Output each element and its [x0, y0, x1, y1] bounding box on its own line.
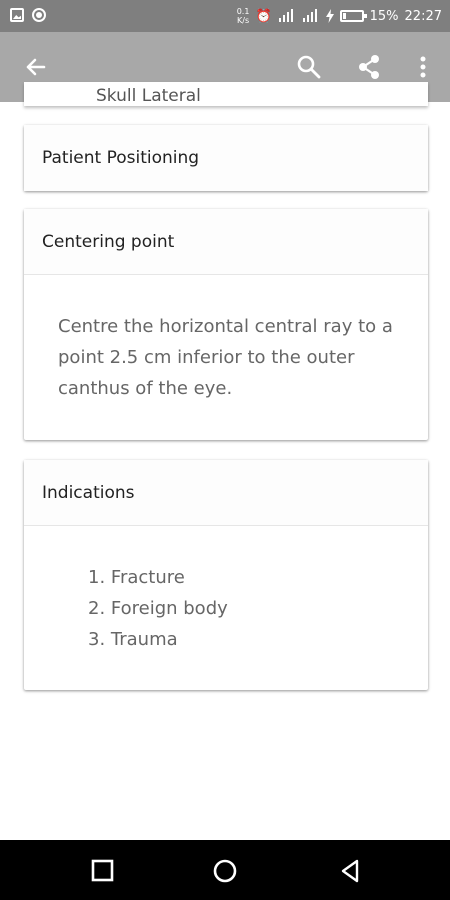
clock: 22:27	[404, 8, 442, 24]
charging-icon	[325, 9, 334, 23]
signal-sim2-icon	[302, 9, 317, 22]
list-item: 1. Fracture	[88, 567, 185, 588]
navigation-bar	[0, 840, 450, 900]
patient-positioning-card[interactable]: Patient Positioning	[24, 125, 428, 191]
list-item: 3. Trauma	[88, 629, 178, 650]
centering-point-card: Centering point Centre the horizontal ce…	[24, 209, 428, 440]
battery-percent: 15%	[369, 8, 399, 24]
share-icon[interactable]	[354, 52, 384, 82]
status-right: 0.1 K/s ⏰ 15% 22:27	[237, 4, 442, 28]
gallery-notification-icon	[10, 8, 24, 22]
indications-list: 1. Fracture 2. Foreign body 3. Trauma	[24, 526, 428, 655]
centering-point-text: Centre the horizontal central ray to a p…	[58, 316, 393, 399]
app-notification-icon	[32, 8, 46, 22]
signal-sim1-icon	[278, 9, 293, 22]
screen: 0.1 K/s ⏰ 15% 22:27 Skull Lateral Patien…	[0, 0, 450, 900]
network-speed-unit: K/s	[237, 16, 250, 25]
page-title: Skull Lateral	[96, 86, 201, 106]
battery-icon	[339, 10, 367, 22]
centering-point-header[interactable]: Centering point	[24, 209, 428, 275]
battery-level-fill	[342, 13, 346, 19]
list-item: 2. Foreign body	[88, 598, 228, 619]
network-speed-value: 0.1	[236, 7, 250, 16]
network-speed: 0.1 K/s	[237, 7, 250, 25]
indications-header[interactable]: Indications	[24, 460, 428, 526]
home-circle-icon[interactable]	[212, 858, 238, 884]
patient-positioning-header[interactable]: Patient Positioning	[24, 125, 428, 191]
title-card-peek: Skull Lateral	[24, 82, 428, 106]
status-bar: 0.1 K/s ⏰ 15% 22:27	[0, 0, 450, 32]
more-options-icon[interactable]	[410, 52, 440, 82]
indications-card: Indications 1. Fracture 2. Foreign body …	[24, 460, 428, 690]
back-triangle-icon[interactable]	[337, 858, 363, 884]
status-left	[10, 8, 46, 22]
alarm-icon: ⏰	[255, 8, 272, 24]
back-arrow-icon[interactable]	[20, 52, 50, 82]
recents-square-icon[interactable]	[90, 858, 116, 884]
search-icon[interactable]	[294, 52, 324, 82]
